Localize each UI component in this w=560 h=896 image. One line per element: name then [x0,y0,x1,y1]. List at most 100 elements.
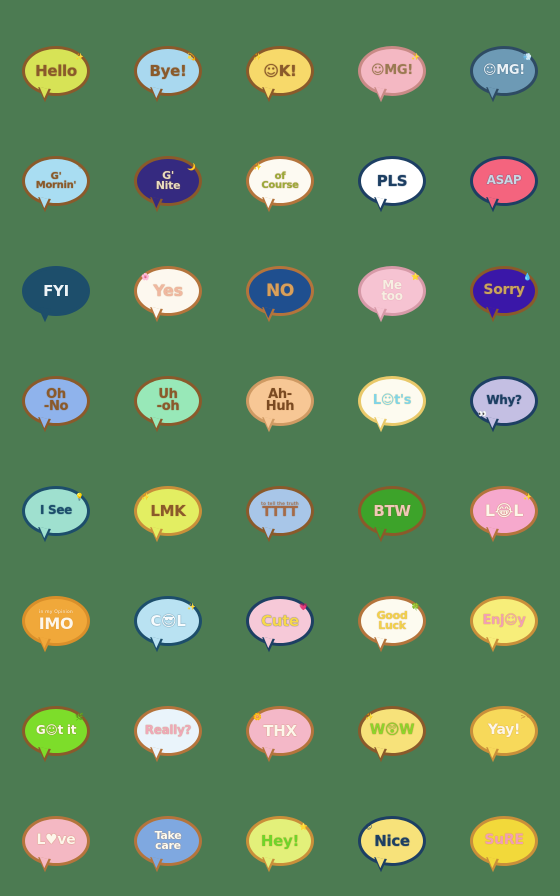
speech-bubble-sticker[interactable]: ✨ of Course [246,156,314,213]
sticker-cell[interactable]: ✦ PLS [336,126,448,236]
sticker-label: Bye! [149,61,187,80]
speech-bubble-sticker[interactable]: NO [246,266,314,323]
speech-bubble-sticker[interactable]: 💫 Bye! [134,46,202,103]
sticker-cell[interactable]: ⭐ Me too [336,236,448,346]
sticker-cell[interactable]: ✨ ☺MG! [336,16,448,126]
bubble-tail-fill-icon [374,307,385,319]
speech-bubble-sticker[interactable]: in my Opinion IMO [22,596,90,653]
sticker-label: Me too [381,277,403,303]
sticker-cell[interactable]: Ah- Huh [224,346,336,456]
speech-bubble-sticker[interactable]: FYI [22,266,90,323]
sticker-label: Really? [144,723,192,738]
speech-bubble-sticker[interactable]: ✨ ☺MG! [358,46,426,103]
speech-bubble-sticker[interactable]: Enj☺y [470,596,538,653]
speech-bubble-sticker[interactable]: Take care [134,816,202,873]
speech-bubble-sticker[interactable]: ⭐ Hey! [246,816,314,873]
sticker-cell[interactable]: 💧 Sorry [448,236,560,346]
sticker-cell[interactable]: Uh -oh [112,346,224,456]
sticker-label: ASAP [486,173,522,188]
speech-bubble-sticker[interactable]: >< Yay! [470,706,538,763]
speech-bubble-sticker[interactable]: 💧 Sorry [470,266,538,323]
speech-bubble-sticker[interactable]: ✨ Hello [22,46,90,103]
sticker-cell[interactable]: 💫 Bye! [112,16,224,126]
sticker-cell[interactable]: Really? [112,676,224,786]
sticker-grid: ✨ Hello 💫 Bye! ✨ ☺K! ✨ ☺MG! 💨 ☺MG! ☀ G' Mornin' 🌙 G' … [0,0,560,880]
speech-bubble-sticker[interactable]: ⭐ Me too [358,266,426,323]
bubble-tail-fill-icon [38,197,49,209]
sticker-cell[interactable]: SuRE [448,786,560,896]
speech-bubble-sticker[interactable]: Really? [134,706,202,763]
sticker-cell[interactable]: ✨ of Course [224,126,336,236]
sticker-cell[interactable]: 🌿 G☺t it [0,676,112,786]
speech-bubble-sticker[interactable]: 💗 Cute [246,596,314,653]
speech-bubble-sticker[interactable]: 💡 I See [22,486,90,543]
speech-bubble-sticker[interactable]: 🌙 G' Nite [134,156,202,213]
sticker-cell[interactable]: 🌸 Yes [112,236,224,346]
sticker-cell[interactable]: ⭐ Hey! [224,786,336,896]
speech-bubble-sticker[interactable]: ☺ Nice [358,816,426,873]
sticker-cell[interactable]: ☀ G' Mornin' [0,126,112,236]
sticker-cell[interactable]: in my Opinion IMO [0,566,112,676]
speech-bubble-sticker[interactable]: ASAP [470,156,538,213]
speech-bubble-sticker[interactable]: L☺t's [358,376,426,433]
bubble-tail-fill-icon [486,417,497,429]
sticker-cell[interactable]: Oh -No [0,346,112,456]
sticker-cell[interactable]: 🌙 G' Nite [112,126,224,236]
speech-bubble-sticker[interactable]: L♥ve [22,816,90,873]
sticker-label: L😂L [484,501,524,521]
speech-bubble-sticker[interactable]: 🌿 G☺t it [22,706,90,763]
speech-bubble-sticker[interactable]: 👀 Why? [470,376,538,433]
sticker-cell[interactable]: 🌼 THX [224,676,336,786]
speech-bubble-sticker[interactable]: 🌸 Yes [134,266,202,323]
speech-bubble-sticker[interactable]: ✨ L😂L [470,486,538,543]
sticker-decoration-icon: 💨 [523,53,532,61]
sticker-cell[interactable]: ✨ W😲W [336,676,448,786]
sticker-label: L☺t's [372,392,412,408]
sticker-label: SuRE [484,832,524,849]
sticker-cell[interactable]: FYI [0,236,112,346]
sticker-cell[interactable]: ☺ Nice [336,786,448,896]
speech-bubble-sticker[interactable]: ☀ G' Mornin' [22,156,90,213]
sticker-cell[interactable]: ✨ Hello [0,16,112,126]
speech-bubble-sticker[interactable]: Uh -oh [134,376,202,433]
sticker-cell[interactable]: Enj☺y [448,566,560,676]
speech-bubble-sticker[interactable]: SuRE [470,816,538,873]
bubble-tail-fill-icon [150,307,161,319]
sticker-decoration-icon: ✦ [414,163,420,171]
bubble-tail-fill-icon [486,747,497,759]
sticker-cell[interactable]: L♥ve [0,786,112,896]
sticker-cell[interactable]: 💨 ☺MG! [448,16,560,126]
sticker-cell[interactable]: NO [224,236,336,346]
speech-bubble-sticker[interactable]: 🌼 THX [246,706,314,763]
speech-bubble-sticker[interactable]: Ah- Huh [246,376,314,433]
sticker-cell[interactable]: ASAP [448,126,560,236]
speech-bubble-sticker[interactable]: ✦ PLS [358,156,426,213]
sticker-cell[interactable]: ✨ LMK [112,456,224,566]
speech-bubble-sticker[interactable]: Oh -No [22,376,90,433]
sticker-cell[interactable]: ✨ ☺K! [224,16,336,126]
speech-bubble-sticker[interactable]: ✨ ☺K! [246,46,314,103]
speech-bubble-sticker[interactable]: ✨ W😲W [358,706,426,763]
sticker-cell[interactable]: L☺t's [336,346,448,456]
bubble-tail-fill-icon [374,417,385,429]
sticker-cell[interactable]: Take care [112,786,224,896]
sticker-cell[interactable]: 👀 Why? [448,346,560,456]
speech-bubble-sticker[interactable]: 💨 ☺MG! [470,46,538,103]
sticker-cell[interactable]: ✨ C😎L [112,566,224,676]
speech-bubble-sticker[interactable]: ✨ LMK [134,486,202,543]
sticker-cell[interactable]: 💗 Cute [224,566,336,676]
speech-bubble-sticker[interactable]: ✨ C😎L [134,596,202,653]
speech-bubble-sticker[interactable]: BTW [358,486,426,543]
sticker-cell[interactable]: ✨ L😂L [448,456,560,566]
sticker-cell[interactable]: 💡 I See [0,456,112,566]
sticker-cell[interactable]: >< Yay! [448,676,560,786]
sticker-decoration-icon: 🌼 [253,713,262,721]
speech-bubble-sticker[interactable]: 🍀 Good Luck [358,596,426,653]
bubble-tail-fill-icon [374,197,385,209]
sticker-cell[interactable]: 🍀 Good Luck [336,566,448,676]
sticker-cell[interactable]: to tell the truth TTTT [224,456,336,566]
sticker-cell[interactable]: BTW [336,456,448,566]
bubble-tail-fill-icon [486,197,497,209]
speech-bubble-sticker[interactable]: to tell the truth TTTT [246,486,314,543]
bubble-tail-fill-icon [486,307,497,319]
